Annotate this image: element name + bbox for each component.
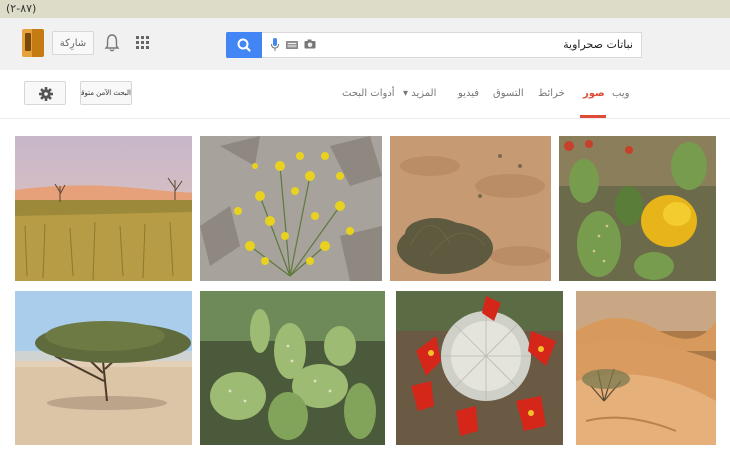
settings-button[interactable] [24, 81, 66, 105]
apps-grid-icon[interactable] [136, 36, 150, 50]
image-result-cactus-red-flowers[interactable] [396, 291, 563, 445]
search-icon [237, 38, 251, 52]
tab-more[interactable]: المزيد ▾ [403, 88, 436, 99]
tab-shopping[interactable]: التسوق [493, 88, 524, 99]
search-query: نباتات صحراوية [563, 38, 633, 51]
tab-maps[interactable]: خرائط [538, 88, 565, 99]
image-result-prickly-pear-yellow-flower[interactable] [559, 136, 716, 281]
microphone-icon[interactable] [270, 38, 280, 52]
tab-search-tools[interactable]: أدوات البحث [342, 88, 395, 99]
image-result-yellow-flowers[interactable] [200, 136, 382, 281]
tab-images[interactable]: صور [583, 88, 605, 99]
avatar[interactable] [22, 29, 44, 57]
active-tab-indicator [580, 115, 606, 118]
caption-bar: (٨٧-٢) [0, 0, 730, 18]
image-result-sand-dunes-bush[interactable] [576, 291, 716, 445]
search-tabs-bar: البحث الآمن متوقف▾ ويب صور خرائط التسوق … [0, 70, 730, 119]
image-result-desert-shrub[interactable] [390, 136, 551, 281]
safesearch-button[interactable]: البحث الآمن متوقف▾ [80, 81, 132, 105]
image-result-cactus-pads[interactable] [200, 291, 385, 445]
camera-icon[interactable] [304, 39, 316, 49]
search-button[interactable] [226, 32, 262, 58]
bell-icon[interactable] [104, 33, 120, 53]
keyboard-icon[interactable] [286, 41, 298, 49]
gear-icon [39, 87, 53, 101]
tab-web[interactable]: ويب [612, 88, 629, 99]
share-button[interactable]: شارِكة [52, 31, 94, 55]
caption-label: (٨٧-٢) [6, 2, 37, 15]
tab-videos[interactable]: فيديو [458, 88, 479, 99]
image-result-acacia-tree[interactable] [15, 291, 192, 445]
image-result-desert-grassland[interactable] [15, 136, 192, 281]
